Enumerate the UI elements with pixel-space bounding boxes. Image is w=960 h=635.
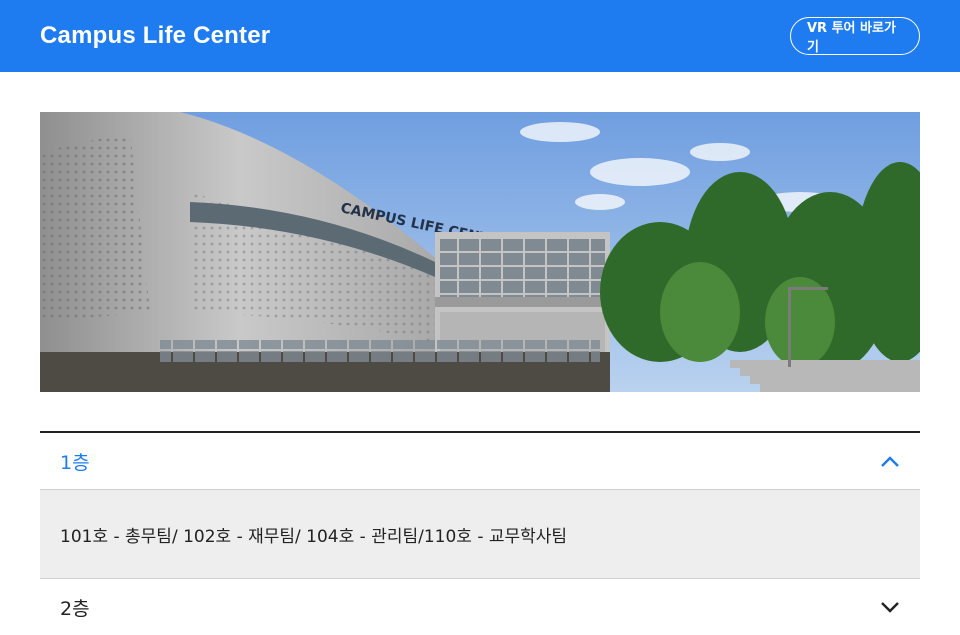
floor-room-list: 101호 - 총무팀/ 102호 - 재무팀/ 104호 - 관리팀/110호 … bbox=[60, 526, 568, 547]
building-photo: CAMPUS LIFE CENTER bbox=[40, 112, 920, 392]
accordion-header-floor-2[interactable]: 2층 bbox=[40, 579, 920, 635]
chevron-down-icon[interactable] bbox=[880, 600, 900, 614]
page-title: Campus Life Center bbox=[40, 22, 271, 49]
top-header: Campus Life Center VR 투어 바로가기 bbox=[0, 0, 960, 72]
accordion-header-floor-1[interactable]: 1층 bbox=[40, 433, 920, 489]
accordion-content-floor-1: 101호 - 총무팀/ 102호 - 재무팀/ 104호 - 관리팀/110호 … bbox=[40, 489, 920, 579]
vr-tour-button[interactable]: VR 투어 바로가기 bbox=[790, 17, 920, 55]
accordion-title: 1층 bbox=[60, 451, 90, 474]
chevron-up-icon[interactable] bbox=[880, 454, 900, 468]
floor-accordion: 1층 101호 - 총무팀/ 102호 - 재무팀/ 104호 - 관리팀/11… bbox=[40, 431, 920, 635]
accordion-title: 2층 bbox=[60, 597, 90, 620]
